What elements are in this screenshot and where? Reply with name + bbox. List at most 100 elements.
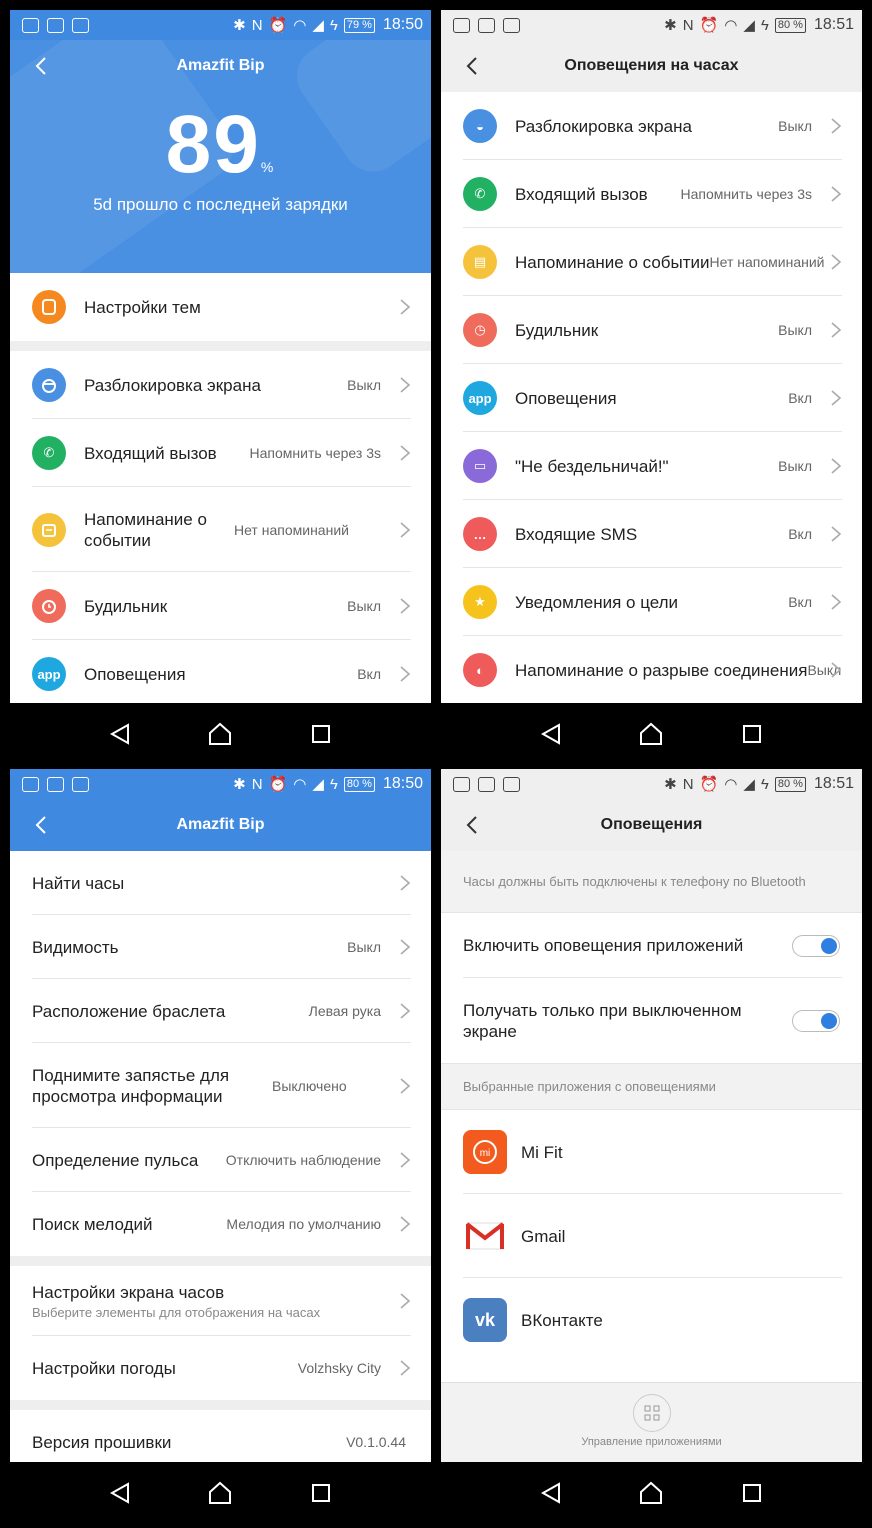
lift-wrist-item[interactable]: Поднимите запястье для просмотра информа… bbox=[10, 1043, 431, 1128]
enable-app-notifications-toggle[interactable] bbox=[792, 934, 840, 957]
item-label: Уведомления о цели bbox=[515, 592, 679, 612]
app-name: ВКонтакте bbox=[521, 1310, 603, 1330]
home-nav-icon[interactable] bbox=[200, 1473, 240, 1513]
clock: 18:50 bbox=[382, 16, 423, 33]
clock: 18:51 bbox=[813, 775, 854, 792]
manage-apps-button[interactable]: Управление приложениями bbox=[441, 1382, 862, 1462]
visibility-item[interactable]: Видимость Выкл bbox=[10, 915, 431, 979]
item-label: Поиск мелодий bbox=[32, 1214, 153, 1234]
item-label: Включить оповещения приложений bbox=[463, 936, 744, 955]
title-bar: Оповещения bbox=[441, 799, 862, 851]
enable-app-notifications-item: Включить оповещения приложений bbox=[441, 913, 862, 978]
item-label: Напоминание о событии bbox=[515, 252, 710, 272]
recents-nav-icon[interactable] bbox=[732, 1473, 772, 1513]
title-bar: Оповещения на часах bbox=[441, 40, 862, 92]
app-item-gmail[interactable]: Gmail bbox=[441, 1194, 862, 1278]
recents-nav-icon[interactable] bbox=[301, 1473, 341, 1513]
unlock-icon: ◒ bbox=[463, 109, 497, 143]
unlock-icon bbox=[32, 368, 66, 402]
item-label: Настройки экрана часов Выберите элементы … bbox=[32, 1282, 381, 1321]
item-label: Оповещения bbox=[515, 388, 617, 408]
signal-icon: ◢ bbox=[312, 776, 324, 793]
recents-nav-icon[interactable] bbox=[301, 714, 341, 754]
chevron-right-icon bbox=[400, 1360, 411, 1376]
nav-bar bbox=[441, 703, 862, 765]
disconnect-reminder-item[interactable]: ◐ Напоминание о разрыве соединения Выкл bbox=[441, 636, 862, 703]
incoming-sms-item[interactable]: … Входящие SMS Вкл bbox=[441, 500, 862, 568]
ringtone-item[interactable]: Поиск мелодий Мелодия по умолчанию bbox=[10, 1192, 431, 1256]
goal-notification-item[interactable]: ★ Уведомления о цели Вкл bbox=[441, 568, 862, 636]
sofa-icon: ▭ bbox=[463, 449, 497, 483]
item-label: Оповещения bbox=[84, 664, 186, 684]
item-label: Напоминание о разрыве соединения bbox=[515, 660, 808, 680]
chevron-right-icon bbox=[831, 594, 842, 610]
calendar-icon bbox=[32, 512, 66, 547]
signal-icon: ◢ bbox=[743, 17, 755, 34]
item-value: Выключено bbox=[272, 1077, 347, 1094]
back-nav-icon[interactable] bbox=[100, 714, 140, 754]
item-label: Входящий вызов bbox=[515, 184, 648, 204]
notification-icon bbox=[453, 17, 470, 33]
notifications-item[interactable]: app Оповещения Вкл bbox=[441, 364, 862, 432]
weather-settings-item[interactable]: Настройки погоды Volzhsky City bbox=[10, 1336, 431, 1400]
image-icon bbox=[478, 17, 495, 33]
edit-icon bbox=[72, 17, 89, 33]
recents-nav-icon[interactable] bbox=[732, 714, 772, 754]
watch-screen-settings-item[interactable]: Настройки экрана часов Выберите элементы … bbox=[10, 1266, 431, 1336]
chevron-right-icon bbox=[400, 1003, 411, 1019]
notifications-item[interactable]: app Оповещения Вкл bbox=[10, 640, 431, 703]
alarm-item[interactable]: ◷ Будильник Выкл bbox=[441, 296, 862, 364]
chevron-right-icon bbox=[400, 1293, 411, 1309]
home-nav-icon[interactable] bbox=[631, 1473, 671, 1513]
wifi-icon: ◠ bbox=[724, 776, 738, 793]
chevron-right-icon bbox=[831, 390, 842, 406]
nfc-icon: N bbox=[251, 775, 263, 793]
wrist-location-item[interactable]: Расположение браслета Левая рука bbox=[10, 979, 431, 1043]
chevron-right-icon bbox=[400, 666, 411, 682]
event-reminder-item[interactable]: ▤ Напоминание о событии Нет напоминаний bbox=[441, 228, 862, 296]
status-bar: ✱ N ⏰ ◠ ◢ ϟ 80 % 18:51 bbox=[441, 10, 862, 40]
nav-bar bbox=[10, 1462, 431, 1524]
alarm-clock-icon: ◷ bbox=[463, 313, 497, 347]
grid-icon bbox=[632, 1394, 671, 1432]
app-name: Mi Fit bbox=[521, 1142, 563, 1162]
incoming-call-item[interactable]: ✆ Входящий вызов Напомнить через 3s bbox=[441, 160, 862, 228]
back-icon[interactable] bbox=[30, 813, 54, 837]
app-icon: app bbox=[32, 657, 66, 691]
back-nav-icon[interactable] bbox=[100, 1473, 140, 1513]
back-icon[interactable] bbox=[461, 813, 485, 837]
heart-rate-item[interactable]: Определение пульса Отключить наблюдение bbox=[10, 1128, 431, 1192]
back-nav-icon[interactable] bbox=[531, 714, 571, 754]
find-watch-item[interactable]: Найти часы bbox=[10, 851, 431, 915]
item-label: Входящий вызов bbox=[84, 443, 217, 463]
incoming-call-item[interactable]: ✆ Входящий вызов Напомнить через 3s bbox=[10, 419, 431, 487]
back-nav-icon[interactable] bbox=[531, 1473, 571, 1513]
item-label: Расположение браслета bbox=[32, 1001, 226, 1021]
firmware-version-item: Версия прошивки V0.1.0.44 bbox=[10, 1410, 431, 1462]
item-value: Нет напоминаний bbox=[234, 521, 349, 538]
vk-icon: vk bbox=[463, 1298, 507, 1342]
bluetooth-icon: ✱ bbox=[664, 776, 677, 793]
app-item-vk[interactable]: vk ВКонтакте bbox=[441, 1278, 862, 1362]
item-value: Выкл bbox=[347, 939, 381, 955]
idle-alert-item[interactable]: ▭ "Не бездельничай!" Выкл bbox=[441, 432, 862, 500]
alarm-item[interactable]: Будильник Выкл bbox=[10, 572, 431, 640]
nfc-icon: N bbox=[682, 775, 694, 793]
item-value: Выкл bbox=[347, 377, 381, 393]
theme-settings-item[interactable]: Настройки тем bbox=[10, 273, 431, 341]
back-icon[interactable] bbox=[461, 54, 485, 78]
home-nav-icon[interactable] bbox=[631, 714, 671, 754]
item-value: Мелодия по умолчанию bbox=[226, 1216, 381, 1232]
item-value: Напомнить через 3s bbox=[680, 186, 812, 202]
unlock-screen-item[interactable]: ◒ Разблокировка экрана Выкл bbox=[441, 92, 862, 160]
nfc-icon: N bbox=[682, 16, 694, 34]
home-nav-icon[interactable] bbox=[200, 714, 240, 754]
app-item-mi-fit[interactable]: mi Mi Fit bbox=[441, 1110, 862, 1194]
screen-off-only-toggle[interactable] bbox=[792, 1009, 840, 1032]
selected-apps-header: Выбранные приложения с оповещениями bbox=[441, 1063, 862, 1110]
signal-icon: ◢ bbox=[743, 776, 755, 793]
unlock-screen-item[interactable]: Разблокировка экрана Выкл bbox=[10, 351, 431, 419]
event-reminder-item[interactable]: Напоминание о событии Нет напоминаний bbox=[10, 487, 431, 572]
image-icon bbox=[478, 776, 495, 792]
chevron-right-icon bbox=[831, 662, 842, 678]
